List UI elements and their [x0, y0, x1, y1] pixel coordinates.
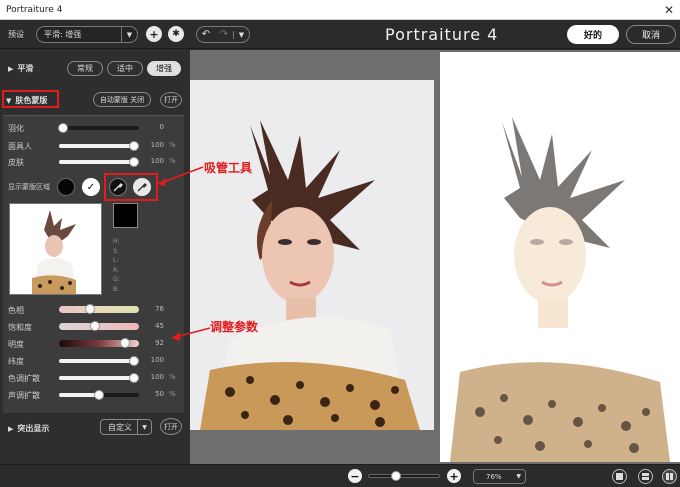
window-title: Portraiture 4 — [6, 4, 63, 15]
auto-mask-button[interactable]: 自动蒙版 关闭 — [93, 92, 151, 107]
zoom-dropdown[interactable]: 76% ▼ — [473, 469, 526, 484]
annotation-arrows — [157, 166, 211, 341]
tone-expand-unit: % — [169, 390, 176, 398]
preset-dropdown[interactable]: 平滑: 增强 ▼ — [36, 26, 138, 43]
saturation-label: 饱和度 — [8, 323, 32, 332]
hue-label: 色相 — [8, 306, 24, 315]
ok-button[interactable]: 好的 — [567, 25, 619, 44]
latitude-slider-handle[interactable] — [129, 356, 139, 366]
mask-color-black-swatch[interactable] — [57, 178, 75, 196]
zoom-slider[interactable] — [368, 474, 440, 478]
b-label: B: — [113, 285, 120, 293]
mask-opacity-slider[interactable] — [59, 144, 139, 148]
undo-icon[interactable]: ↶ — [197, 29, 215, 40]
mask-preview-image — [440, 52, 680, 462]
tone-expand-label: 声调扩散 — [8, 391, 40, 400]
zoom-in-button[interactable]: + — [447, 469, 461, 483]
collapse-arrow-icon: ▼ — [6, 96, 12, 105]
smoothing-option-enhanced[interactable]: 增强 — [147, 61, 181, 76]
color-expand-value: 100 — [150, 373, 164, 381]
highlight-preset-dropdown[interactable]: 自定义 ▼ — [100, 419, 152, 435]
skin-slider-handle[interactable] — [129, 157, 139, 167]
color-expand-slider-handle[interactable] — [129, 373, 139, 383]
history-chevron-icon[interactable]: ▼ — [233, 30, 249, 39]
skin-slider[interactable] — [59, 160, 139, 164]
color-expand-unit: % — [169, 373, 176, 381]
feather-slider-handle[interactable] — [58, 123, 68, 133]
zoom-out-button[interactable]: − — [348, 469, 362, 483]
split-vertical-view-icon[interactable] — [662, 469, 677, 484]
l-label: L: — [113, 257, 119, 264]
latitude-slider[interactable] — [59, 359, 139, 363]
mask-opacity-unit: % — [169, 141, 176, 149]
latitude-label: 纬度 — [8, 357, 24, 366]
feather-slider[interactable] — [59, 126, 139, 130]
cancel-button[interactable]: 取消 — [626, 25, 676, 44]
undo-redo-group: ↶ ↷ ▼ — [196, 26, 250, 43]
chevron-down-icon: ▼ — [121, 27, 137, 42]
color-expand-slider[interactable] — [59, 376, 139, 380]
split-horizontal-view-icon[interactable] — [638, 469, 653, 484]
show-mask-label: 显示蒙版区域 — [8, 183, 50, 191]
highlight-preset-value: 自定义 — [108, 422, 132, 432]
chevron-down-icon: ▼ — [516, 473, 521, 480]
smoothing-option-normal[interactable]: 常规 — [67, 61, 103, 76]
brightness-slider-handle[interactable] — [120, 338, 130, 348]
feather-value: 0 — [159, 123, 164, 131]
expand-arrow-icon: ▶ — [8, 64, 14, 73]
tone-expand-slider-handle[interactable] — [94, 390, 104, 400]
redo-icon[interactable]: ↷ — [215, 29, 233, 40]
zoom-slider-handle[interactable] — [391, 471, 401, 481]
smoothing-option-medium[interactable]: 适中 — [107, 61, 143, 76]
close-icon[interactable]: ✕ — [664, 3, 674, 17]
color-readout: H: S: L: R: G: B: — [113, 237, 120, 294]
highlight-toggle[interactable]: 打开 — [160, 418, 182, 435]
skin-mask-toggle[interactable]: 打开 — [160, 92, 182, 108]
mask-preview-thumbnail — [9, 203, 102, 295]
hue-slider-handle[interactable] — [85, 304, 95, 314]
preset-value: 平滑: 增强 — [44, 30, 82, 39]
single-view-icon[interactable] — [612, 469, 627, 484]
app-title: Portraiture 4 — [385, 25, 499, 44]
mask-opacity-value: 100 — [150, 141, 164, 149]
h-label: H: — [113, 238, 120, 245]
skin-label: 皮肤 — [8, 158, 24, 167]
skin-mask-title: 肤色蒙版 — [15, 96, 48, 105]
hue-slider[interactable] — [59, 306, 139, 313]
preset-label: 预设 — [8, 30, 24, 39]
r-label: R: — [113, 266, 120, 274]
checkmark-icon[interactable]: ✓ — [82, 178, 100, 196]
window-titlebar: Portraiture 4 ✕ — [0, 0, 680, 20]
expand-arrow-icon: ▶ — [8, 424, 14, 433]
mask-opacity-label: 面具人 — [8, 142, 32, 151]
brightness-label: 明度 — [8, 340, 24, 349]
mask-opacity-slider-handle[interactable] — [129, 141, 139, 151]
gear-icon[interactable]: ✱ — [168, 26, 184, 42]
g-label: G: — [113, 276, 120, 283]
bottom-bar: − + 76% ▼ — [0, 464, 680, 487]
smoothing-title: 平滑 — [17, 64, 34, 73]
feather-label: 羽化 — [8, 124, 24, 133]
top-toolbar: 预设 平滑: 增强 ▼ + ✱ ↶ ↷ ▼ Portraiture 4 好的 取… — [0, 21, 680, 49]
zoom-value: 76% — [486, 472, 502, 481]
tone-expand-value: 50 — [155, 390, 164, 398]
add-preset-button[interactable]: + — [146, 26, 162, 42]
highlight-title: 突出显示 — [17, 424, 50, 433]
chevron-down-icon: ▼ — [137, 420, 151, 434]
color-expand-label: 色调扩散 — [8, 374, 40, 383]
saturation-slider-handle[interactable] — [90, 321, 100, 331]
s-label: S: — [113, 247, 119, 255]
selected-color-swatch — [113, 203, 138, 228]
